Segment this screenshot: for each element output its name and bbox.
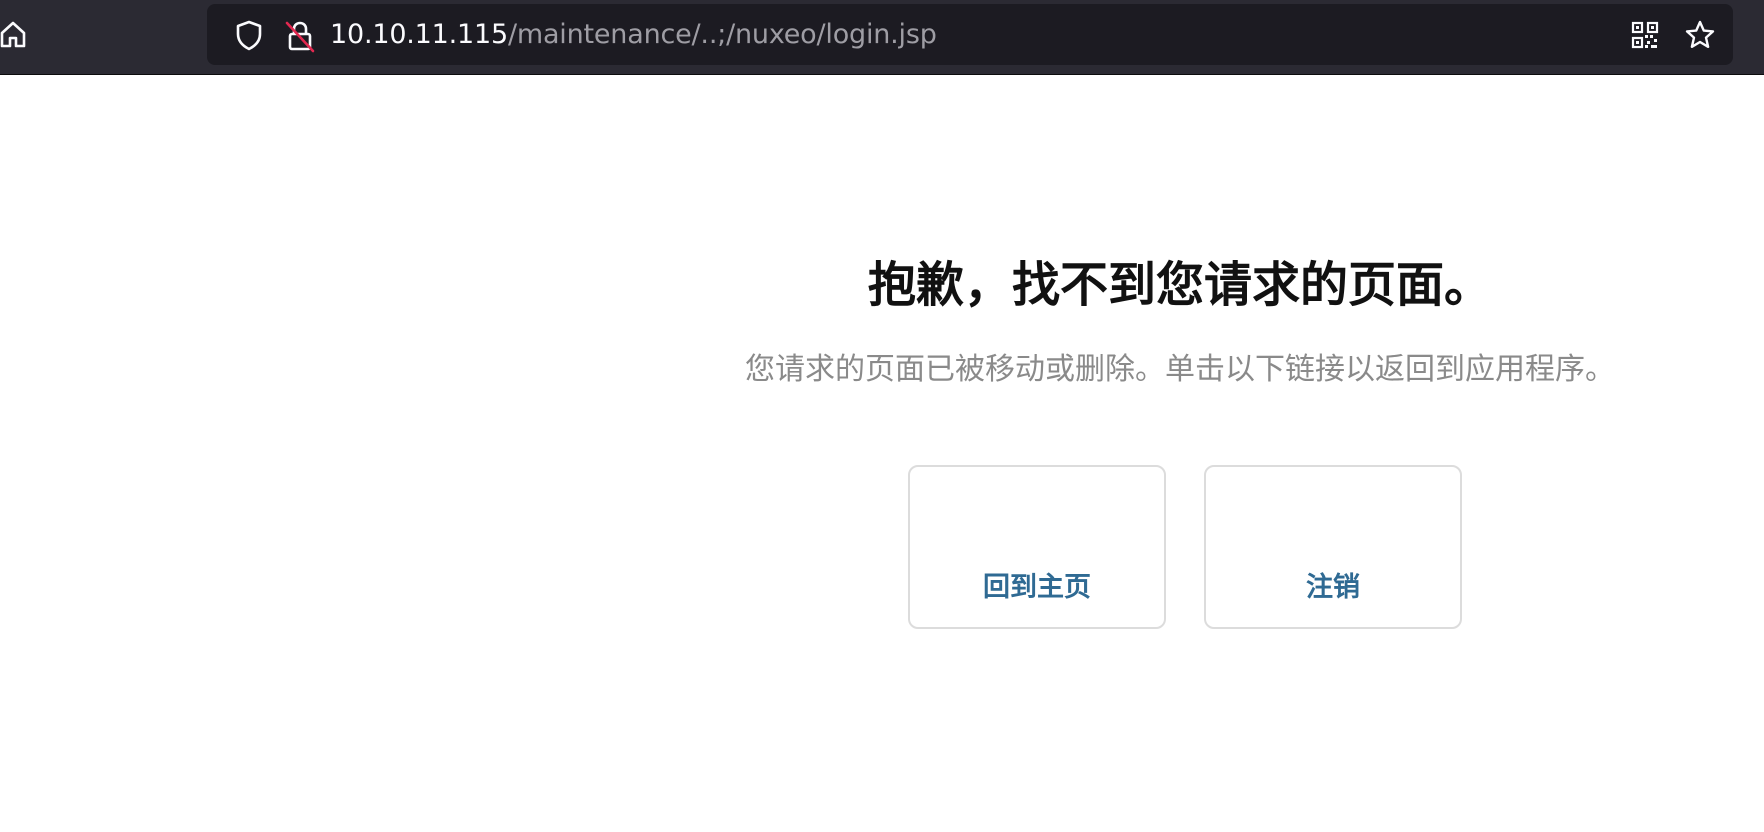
url-host: 10.10.11.115: [330, 19, 508, 50]
back-to-home-link[interactable]: 回到主页: [908, 465, 1166, 629]
error-page-content: 抱歉，找不到您请求的页面。 您请求的页面已被移动或删除。单击以下链接以返回到应用…: [660, 75, 1700, 832]
url-bar[interactable]: 10.10.11.115/maintenance/..;/nuxeo/login…: [207, 4, 1733, 65]
browser-toolbar: 10.10.11.115/maintenance/..;/nuxeo/login…: [0, 0, 1764, 75]
page-subtitle: 您请求的页面已被移动或删除。单击以下链接以返回到应用程序。: [745, 352, 1615, 387]
tracking-protection-shield-icon[interactable]: [233, 19, 265, 51]
page-title: 抱歉，找不到您请求的页面。: [867, 257, 1492, 313]
home-button[interactable]: [0, 16, 30, 56]
qr-code-icon[interactable]: [1629, 19, 1661, 51]
logout-label: 注销: [1306, 572, 1360, 603]
url-path: /maintenance/..;/nuxeo/login.jsp: [507, 19, 937, 50]
logout-link[interactable]: 注销: [1204, 465, 1462, 629]
back-to-home-label: 回到主页: [983, 572, 1091, 603]
home-icon: [0, 19, 28, 53]
url-text[interactable]: 10.10.11.115/maintenance/..;/nuxeo/login…: [330, 17, 937, 53]
bookmark-star-icon[interactable]: [1683, 18, 1717, 52]
insecure-lock-icon[interactable]: [283, 19, 317, 53]
